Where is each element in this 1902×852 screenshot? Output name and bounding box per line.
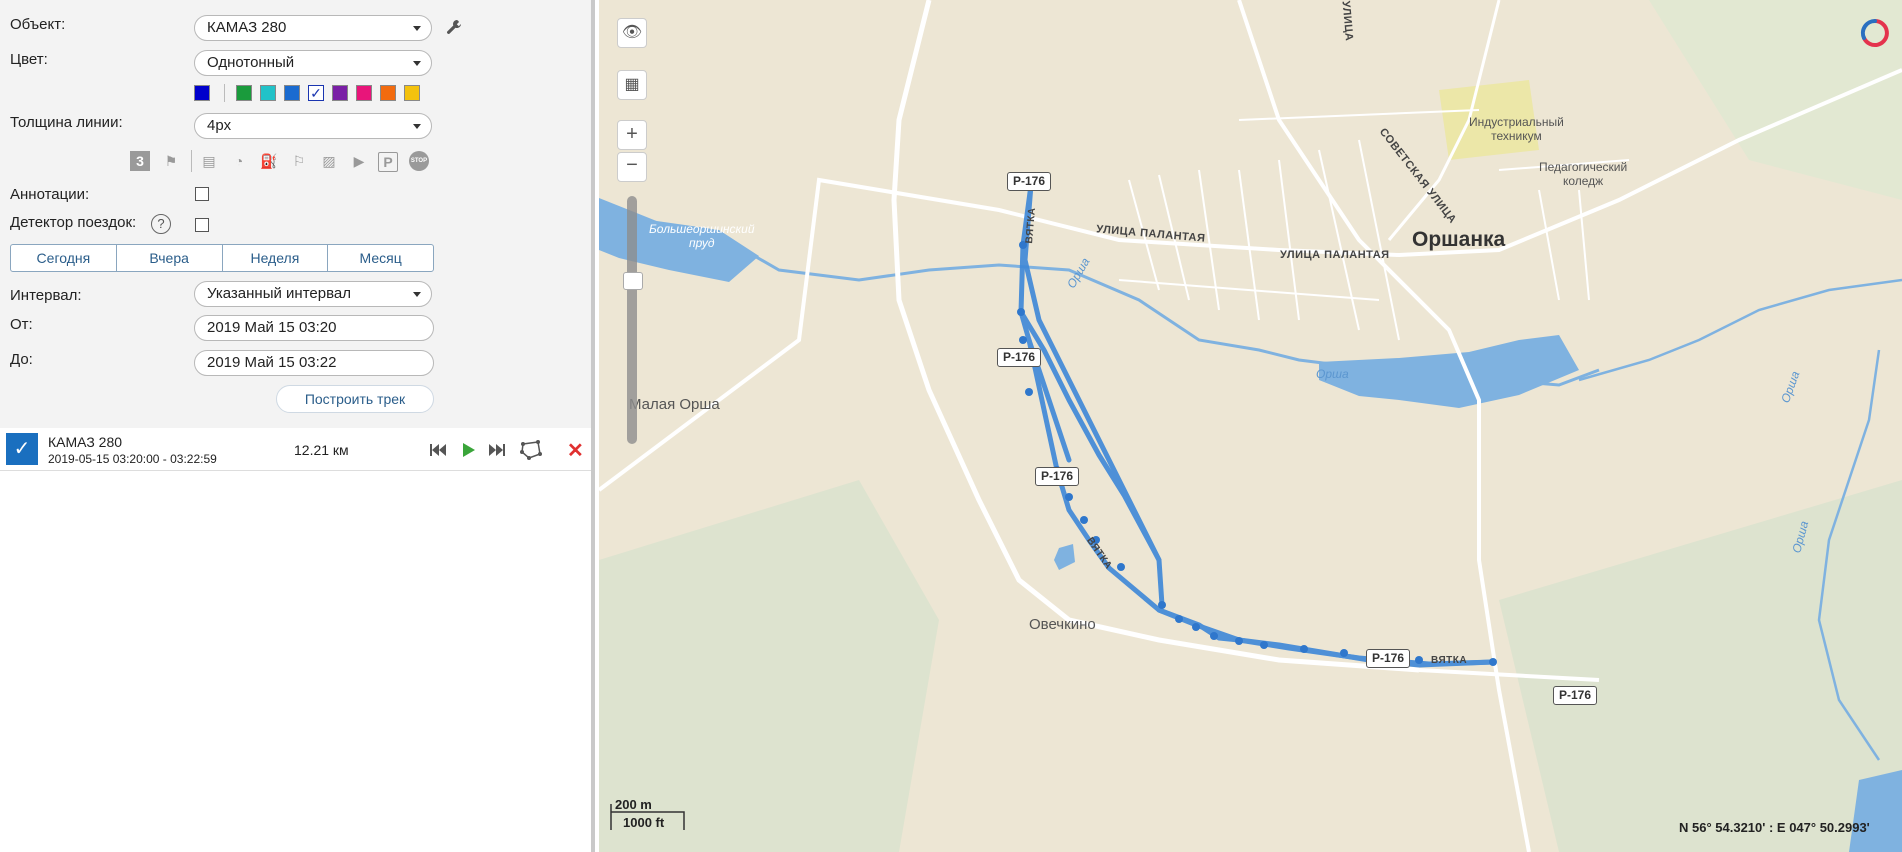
road-badge: Р-176 [1553,686,1598,705]
eye-icon[interactable]: 👁 [617,18,647,48]
fuel-icon[interactable]: ⛽ [258,150,280,172]
document-icon[interactable]: ▤ [198,150,220,172]
road-badge: Р-176 [1366,649,1411,668]
pond-label: Большеоршинский пруд [649,222,755,250]
map-layers-icon[interactable]: ▦ [617,70,647,100]
interval-value: Указанный интервал [207,285,351,302]
interval-select[interactable]: Указанный интервал [194,281,432,307]
period-today[interactable]: Сегодня [11,245,117,271]
period-buttons: Сегодня Вчера Неделя Месяц [10,244,434,272]
road-badge: Р-176 [1007,172,1052,191]
road-badge: Р-176 [997,348,1042,367]
parking-icon[interactable]: P [378,152,398,172]
street-label: УЛИЦА ПАЛАНТАЯ [1280,249,1390,261]
track-form: Объект: КАМАЗ 280 Цвет: Однотонный ✓ Тол… [0,0,591,428]
scale-feet: 1000 ft [623,815,665,830]
annotations-checkbox[interactable] [195,187,209,201]
toolbar-divider [191,150,192,172]
trip-detector-label: Детектор поездок: [10,214,137,231]
swatch-divider [224,84,225,102]
color-select[interactable]: Однотонный [194,50,432,76]
to-label: До: [10,351,33,368]
flags-icon[interactable]: ⚑ [160,150,182,172]
skip-back-icon[interactable] [430,443,446,460]
thickness-select[interactable]: 4px [194,113,432,139]
period-month[interactable]: Месяц [328,245,433,271]
zoom-in-button[interactable]: + [617,120,647,150]
track-checkbox[interactable]: ✓ [6,433,38,465]
scale-meters: 200 m [615,797,652,812]
zoom-slider-handle[interactable] [623,272,643,290]
village-ovechkino-label: Овечкино [1029,616,1096,633]
period-yesterday[interactable]: Вчера [117,245,223,271]
image-icon[interactable]: ▨ [318,150,340,172]
build-track-button[interactable]: Построить трек [276,385,434,413]
trip-detector-checkbox[interactable] [195,218,209,232]
flag-icon[interactable]: ⚐ [288,150,310,172]
map-canvas [599,0,1902,852]
skip-forward-icon[interactable] [489,443,505,460]
object-label: Объект: [10,16,66,33]
period-week[interactable]: Неделя [223,245,329,271]
play-icon[interactable] [462,442,476,461]
color-swatch[interactable] [332,85,348,101]
track-time-range: 2019-05-15 03:20:00 - 03:22:59 [48,452,217,466]
annotations-label: Аннотации: [10,186,90,203]
thickness-value: 4px [207,117,232,134]
from-label: От: [10,316,33,333]
chevron-down-icon [413,292,421,297]
to-input[interactable]: 2019 Май 15 03:22 [194,350,434,376]
track-distance: 12.21 км [294,442,349,458]
color-label: Цвет: [10,51,48,68]
color-swatch[interactable] [194,85,210,101]
map-view[interactable]: Оршанка Индустриальный техникум Педагоги… [599,0,1902,852]
zoom-slider-track[interactable] [627,196,637,444]
three-icon[interactable]: 3 [130,151,150,171]
color-value: Однотонный [207,54,295,71]
color-swatch[interactable] [356,85,372,101]
object-select[interactable]: КАМАЗ 280 [194,15,432,41]
from-input[interactable]: 2019 Май 15 03:20 [194,315,434,341]
color-swatch[interactable] [236,85,252,101]
color-swatch[interactable] [260,85,276,101]
town-label: Оршанка [1412,228,1506,251]
chevron-down-icon [413,61,421,66]
wrench-icon[interactable] [446,19,462,35]
thickness-label: Толщина линии: [10,114,123,131]
industrial-label: Индустриальный техникум [1469,115,1564,143]
track-name: КАМАЗ 280 [48,434,123,450]
gauge-icon[interactable]: ◔ [228,150,250,172]
road-name-label: ВЯТКА [1431,655,1468,666]
color-swatch[interactable]: ✓ [308,85,324,101]
color-swatch[interactable] [404,85,420,101]
color-swatch[interactable] [380,85,396,101]
close-icon[interactable]: ✕ [567,438,584,463]
color-swatch[interactable] [284,85,300,101]
chevron-down-icon [413,124,421,129]
pedagogical-label: Педагогический коледж [1539,160,1628,188]
help-icon[interactable]: ? [151,214,171,234]
track-row[interactable]: ✓ КАМАЗ 280 2019-05-15 03:20:00 - 03:22:… [0,430,591,471]
chevron-down-icon [413,26,421,31]
object-value: КАМАЗ 280 [207,19,287,36]
left-panel: Объект: КАМАЗ 280 Цвет: Однотонный ✓ Тол… [0,0,595,852]
stop-icon[interactable]: STOP [409,151,429,171]
river-label: Орша [1316,367,1349,381]
interval-label: Интервал: [10,287,82,304]
road-badge: Р-176 [1035,467,1080,486]
polygon-icon[interactable] [520,440,542,463]
zoom-out-button[interactable]: − [617,152,647,182]
video-icon[interactable]: ▶ [348,150,370,172]
coords-readout: N 56° 54.3210' : E 047° 50.2993' [1679,820,1870,835]
village-malaya-label: Малая Орша [629,396,720,413]
app-logo [1860,18,1890,48]
